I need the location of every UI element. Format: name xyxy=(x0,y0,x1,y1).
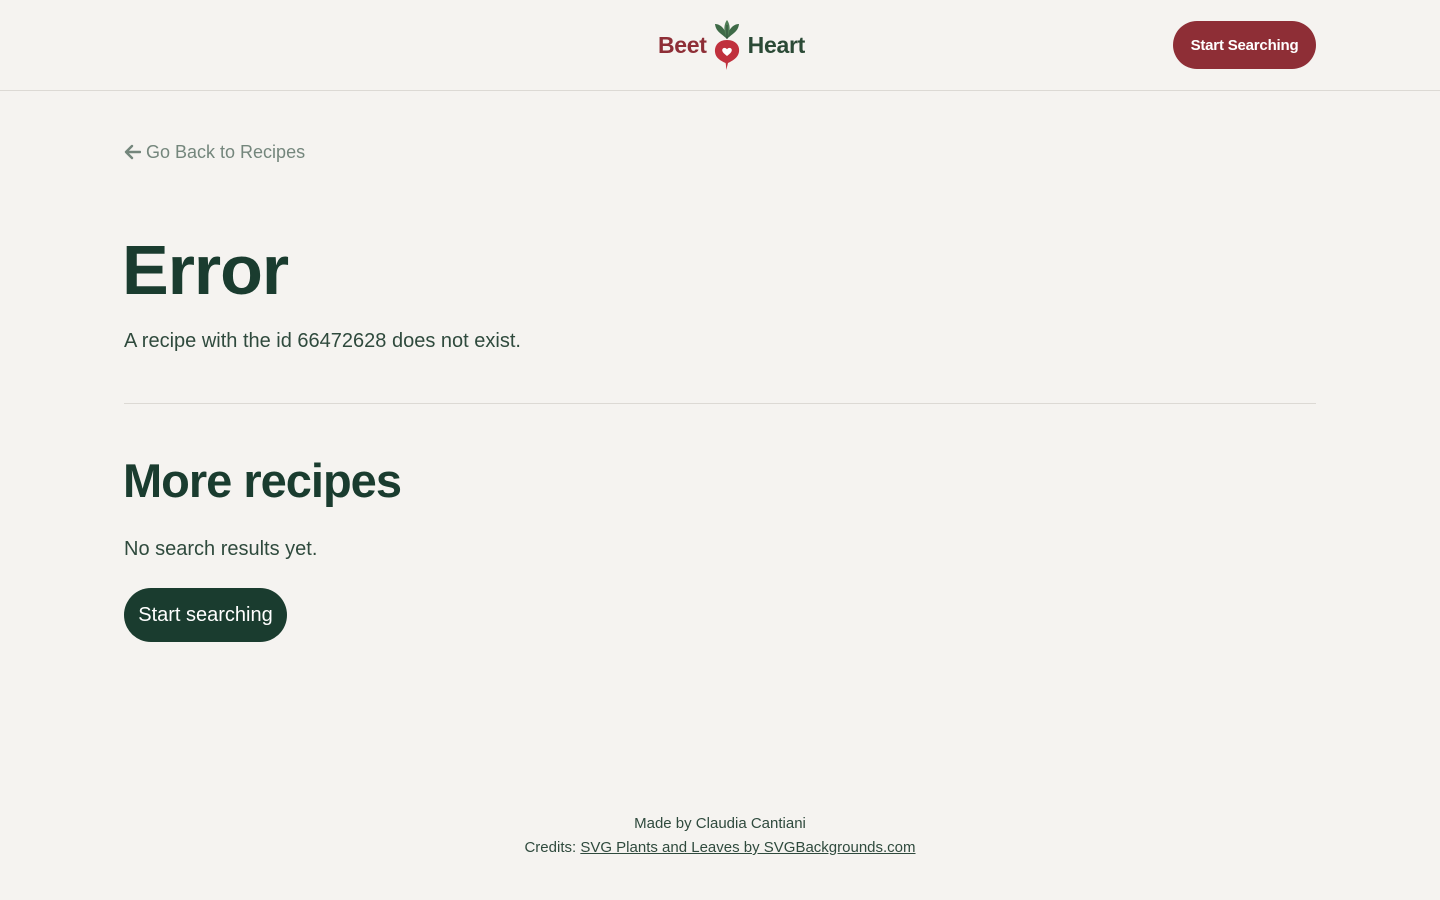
arrow-left-icon xyxy=(124,144,141,160)
more-recipes-title: More recipes xyxy=(123,454,402,507)
error-message: A recipe with the id 66472628 does not e… xyxy=(124,330,521,352)
logo-word-heart: Heart xyxy=(747,31,806,58)
site-logo[interactable]: Beet Heart xyxy=(658,18,805,72)
credits-prefix: Credits: xyxy=(524,839,581,856)
start-searching-header-button[interactable]: Start Searching xyxy=(1173,21,1316,69)
credits-line: Credits: SVG Plants and Leaves by SVGBac… xyxy=(0,836,1440,860)
site-footer: Made by Claudia Cantiani Credits: SVG Pl… xyxy=(0,812,1440,860)
credits-link[interactable]: SVG Plants and Leaves by SVGBackgrounds.… xyxy=(580,839,915,856)
back-link-label: Go Back to Recipes xyxy=(146,141,306,162)
made-by-text: Made by Claudia Cantiani xyxy=(634,815,806,832)
section-divider xyxy=(124,403,1316,404)
no-results-text: No search results yet. xyxy=(124,538,318,560)
site-header: Beet Heart Start Searching xyxy=(0,0,1440,91)
error-title: Error xyxy=(122,231,289,309)
logo-word-beet: Beet xyxy=(658,31,707,58)
start-searching-button[interactable]: Start searching xyxy=(124,588,287,642)
beet-heart-icon xyxy=(714,20,739,70)
back-to-recipes-link[interactable]: Go Back to Recipes xyxy=(124,140,305,164)
